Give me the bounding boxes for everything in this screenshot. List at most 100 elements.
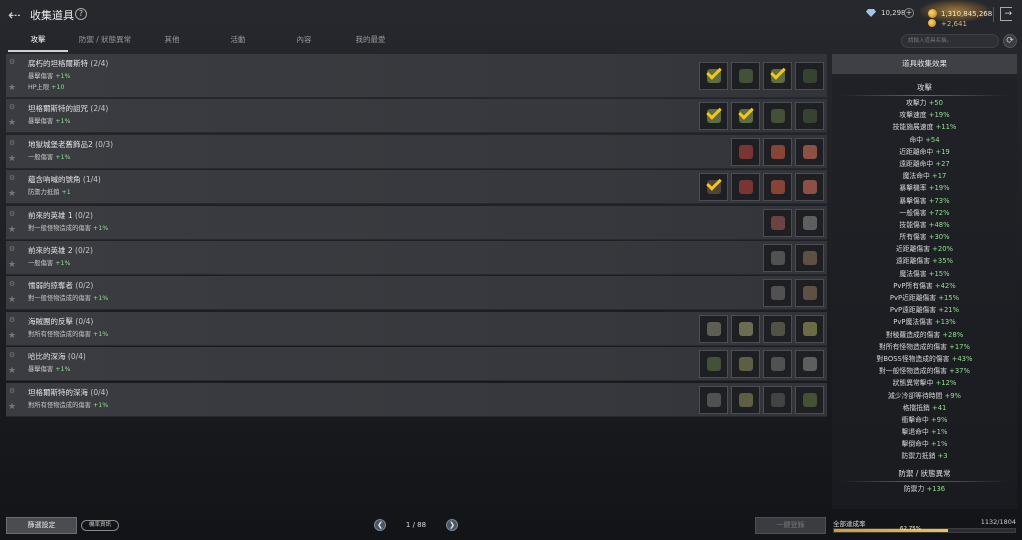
favorite-star-icon[interactable]: ★ [8, 402, 16, 412]
back-arrow-icon[interactable]: ⇠ [8, 6, 26, 24]
effect-label: 對一般怪物造成的傷害 [28, 224, 91, 232]
favorite-star-icon[interactable]: ★ [8, 118, 16, 128]
item-slot[interactable] [699, 62, 728, 90]
register-all-button[interactable]: 一鍵登錄 [755, 517, 826, 534]
collection-name: 懦弱的掠奪者 (0/2) [28, 280, 93, 291]
item-slot[interactable] [795, 62, 824, 90]
item-slot[interactable] [795, 208, 824, 237]
favorite-star-icon[interactable]: ★ [8, 331, 16, 341]
collection-info-icon[interactable]: ⚙ [9, 210, 15, 218]
exit-icon[interactable]: → [1000, 7, 1012, 21]
favorite-star-icon[interactable]: ★ [8, 366, 16, 376]
refresh-icon[interactable]: ⟳ [1003, 34, 1017, 48]
item-slot[interactable] [763, 137, 792, 166]
collection-info-icon[interactable]: ⚙ [9, 316, 15, 324]
stat-line: 對所有怪物造成的傷害 +17% [832, 341, 1017, 353]
item-slot[interactable] [763, 385, 792, 414]
item-slot[interactable] [699, 350, 728, 379]
item-slot[interactable] [763, 208, 792, 237]
collection-info-icon[interactable]: ⚙ [9, 139, 15, 147]
stat-line: PvP遠距離傷害 +21% [832, 304, 1017, 316]
item-slot[interactable] [731, 137, 760, 166]
tab-content[interactable]: 內容 [274, 32, 334, 52]
collection-count: (0/4) [90, 387, 109, 397]
stat-line: 防禦力抵銷 +3 [832, 450, 1017, 462]
collection-row[interactable]: ⚙ ★ 哈比的深海 (0/4) 暴擊傷害 +1% [6, 347, 827, 382]
item-slot[interactable] [731, 173, 760, 202]
item-slot[interactable] [795, 314, 824, 343]
item-slot[interactable] [731, 102, 760, 131]
tab-other[interactable]: 其他 [142, 32, 202, 52]
item-slot[interactable] [731, 385, 760, 414]
favorite-star-icon[interactable]: ★ [8, 83, 16, 93]
item-slot[interactable] [795, 173, 824, 202]
favorite-star-icon[interactable]: ★ [8, 260, 16, 270]
item-slot[interactable] [763, 279, 792, 308]
stat-line: 技能施展速度 +11% [832, 121, 1017, 133]
item-slot[interactable] [731, 350, 760, 379]
probability-info-button[interactable]: 機率資訊 [81, 520, 119, 531]
item-slot[interactable] [763, 62, 792, 90]
item-slot[interactable] [699, 173, 728, 202]
collection-row[interactable]: ⚙ ★ 前來的英雄 2 (0/2) 一般傷害 +1% [6, 240, 827, 275]
item-slot[interactable] [699, 385, 728, 414]
collection-info-icon[interactable]: ⚙ [9, 103, 15, 111]
tab-defense-status[interactable]: 防禦 / 狀態異常 [70, 32, 140, 52]
stat-line: 技能傷害 +48% [832, 219, 1017, 231]
tab-attack[interactable]: 攻擊 [8, 32, 68, 52]
add-diamond-button[interactable]: + [904, 8, 914, 18]
collection-info-icon[interactable]: ⚙ [9, 280, 15, 288]
item-icon [770, 180, 785, 195]
item-slot[interactable] [763, 314, 792, 343]
favorite-star-icon[interactable]: ★ [8, 295, 16, 305]
stat-line: 魔法命中 +17 [832, 170, 1017, 182]
item-slot[interactable] [795, 279, 824, 308]
prev-page-button[interactable]: ❮ [374, 519, 386, 531]
favorite-star-icon[interactable]: ★ [8, 189, 16, 199]
collection-row[interactable]: ⚙ ★ 地獄城堡老舊飾品2 (0/3) 一般傷害 +1% [6, 134, 827, 169]
item-slot[interactable] [699, 314, 728, 343]
collection-count: (0/2) [75, 281, 94, 291]
help-icon[interactable]: ? [75, 8, 87, 20]
collection-info-icon[interactable]: ⚙ [9, 58, 15, 66]
search-input[interactable] [901, 34, 999, 48]
tab-favorites[interactable]: 我的最愛 [338, 32, 403, 52]
collection-row[interactable]: ⚙ ★ 坦格爾斯特的詛咒 (2/4) 暴擊傷害 +1% [6, 99, 827, 134]
stat-label: 狀態異常擊中 [892, 379, 934, 388]
collection-row[interactable]: ⚙ ★ 腐朽的坦格爾斯特 (2/4) 暴擊傷害 +1% HP上限 +10 [6, 54, 827, 98]
item-slot[interactable] [795, 102, 824, 131]
item-slot[interactable] [795, 243, 824, 272]
favorite-star-icon[interactable]: ★ [8, 154, 16, 164]
item-slot[interactable] [763, 350, 792, 379]
item-slot[interactable] [763, 102, 792, 131]
collection-row[interactable]: ⚙ ★ 海賊團的反擊 (0/4) 對所有怪物造成的傷害 +1% [6, 311, 827, 346]
collection-info-icon[interactable]: ⚙ [9, 245, 15, 253]
item-slot[interactable] [731, 314, 760, 343]
item-slot[interactable] [763, 243, 792, 272]
item-slot[interactable] [731, 62, 760, 90]
item-slot[interactable] [699, 102, 728, 131]
effect-value: +1 [61, 189, 71, 197]
tab-event[interactable]: 活動 [208, 32, 268, 52]
item-slot[interactable] [795, 350, 824, 379]
next-page-button[interactable]: ❯ [446, 519, 458, 531]
item-slot[interactable] [795, 385, 824, 414]
filter-settings-button[interactable]: 篩選設定 [6, 517, 77, 534]
collection-row[interactable]: ⚙ ★ 蘊含吶喊的號角 (1/4) 防禦力抵銷 +1 [6, 170, 827, 205]
collection-info-icon[interactable]: ⚙ [9, 174, 15, 182]
collection-effect: 防禦力抵銷 +1 [28, 187, 71, 196]
collection-info-icon[interactable]: ⚙ [9, 387, 15, 395]
favorite-star-icon[interactable]: ★ [8, 225, 16, 235]
collection-row[interactable]: ⚙ ★ 前來的英雄 1 (0/2) 對一般怪物造成的傷害 +1% [6, 205, 827, 240]
stat-label: 魔法命中 [902, 172, 930, 181]
item-slot[interactable] [763, 173, 792, 202]
collection-row[interactable]: ⚙ ★ 懦弱的掠奪者 (0/2) 對一般怪物造成的傷害 +1% [6, 276, 827, 311]
collection-info-icon[interactable]: ⚙ [9, 351, 15, 359]
collection-title: 前來的英雄 1 [28, 210, 73, 220]
item-icon [738, 357, 753, 372]
stat-value: +13% [934, 318, 956, 327]
stat-label: 對稜蘿造成的傷害 [885, 330, 941, 339]
item-slot[interactable] [795, 137, 824, 166]
item-slots [763, 279, 824, 308]
collection-row[interactable]: ⚙ ★ 坦格爾斯特的深海 (0/4) 對所有怪物造成的傷害 +1% [6, 382, 827, 417]
